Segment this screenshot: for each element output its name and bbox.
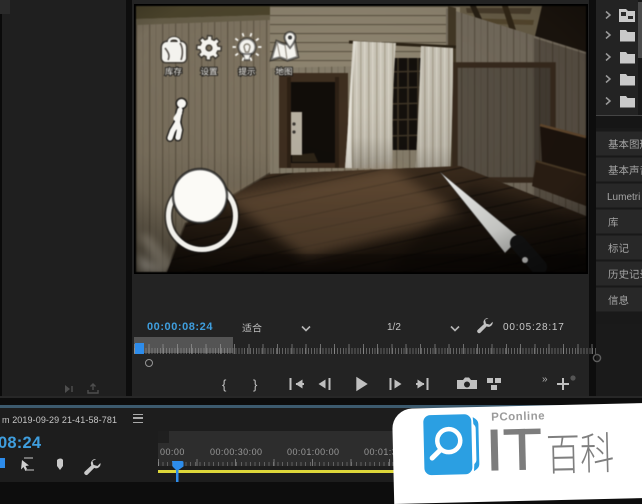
svg-text:Lumetri: Lumetri bbox=[607, 192, 640, 203]
